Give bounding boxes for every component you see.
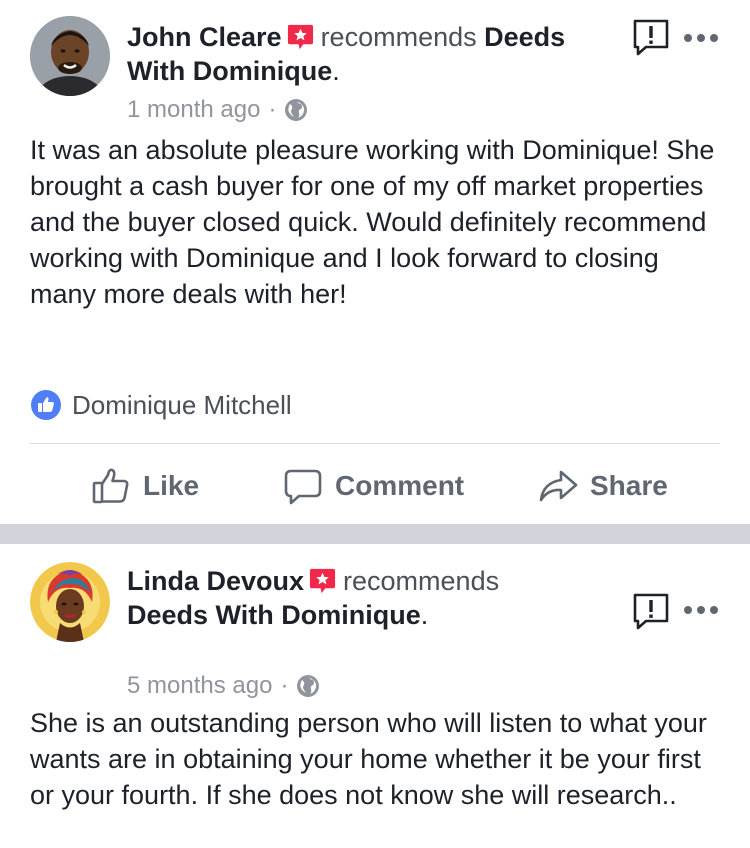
page-name-link[interactable]: Deeds With Dominique [127, 600, 421, 630]
comment-bubble-icon [284, 469, 322, 505]
share-button[interactable]: Share [538, 462, 668, 510]
recommend-star-icon [309, 568, 336, 594]
post-meta: 1 month ago · [127, 96, 308, 124]
period: . [420, 600, 429, 630]
avatar[interactable] [30, 16, 110, 96]
globe-icon[interactable] [296, 674, 320, 698]
recommendation-post: Linda Devoux recommends Deeds With Domini… [0, 544, 750, 848]
thumbs-up-icon [92, 468, 129, 504]
reactions-summary[interactable]: Dominique Mitchell [30, 389, 292, 421]
timestamp[interactable]: 5 months ago [127, 672, 272, 700]
share-arrow-icon [539, 470, 578, 502]
timestamp[interactable]: 1 month ago [127, 96, 260, 124]
post-body: She is an outstanding person who will li… [30, 708, 707, 810]
page-name-link-cont[interactable]: With Dominique [127, 56, 332, 86]
post-actions: Like Comment Share [0, 462, 750, 510]
like-label: Like [143, 470, 200, 501]
post-meta: 5 months ago · [127, 672, 320, 700]
report-exclamation-icon[interactable] [632, 18, 670, 58]
feed-separator [0, 524, 750, 544]
period: . [332, 56, 340, 86]
post-body: It was an absolute pleasure working with… [30, 135, 715, 309]
globe-icon[interactable] [284, 98, 308, 122]
share-label: Share [590, 470, 668, 501]
report-exclamation-icon[interactable] [632, 592, 670, 632]
recommends-verb: recommends [343, 566, 500, 596]
post-header: John Cleare recommends Deeds With Dominiq… [127, 20, 617, 88]
post-header: Linda Devoux recommends Deeds With Domini… [127, 564, 617, 632]
avatar[interactable] [30, 562, 110, 642]
liked-by-name[interactable]: Dominique Mitchell [72, 390, 292, 421]
recommendation-post: John Cleare recommends Deeds With Dominiq… [0, 0, 750, 524]
like-button[interactable]: Like [91, 462, 199, 510]
meta-separator: · [280, 672, 289, 699]
author-name[interactable]: John Cleare [127, 22, 282, 52]
meta-separator: · [268, 96, 277, 123]
divider [30, 443, 720, 444]
comment-button[interactable]: Comment [283, 462, 464, 510]
illustrated-woman-avatar-icon [30, 562, 110, 642]
more-dots-icon[interactable] [683, 604, 719, 616]
recommends-verb: recommends [320, 22, 477, 52]
author-name[interactable]: Linda Devoux [127, 566, 304, 596]
page-name-link[interactable]: Deeds [484, 22, 565, 52]
more-dots-icon[interactable] [683, 32, 719, 44]
person-avatar-icon [30, 16, 110, 96]
recommend-star-icon [287, 24, 313, 50]
comment-label: Comment [335, 470, 465, 501]
thumbs-up-badge-icon [31, 390, 61, 420]
